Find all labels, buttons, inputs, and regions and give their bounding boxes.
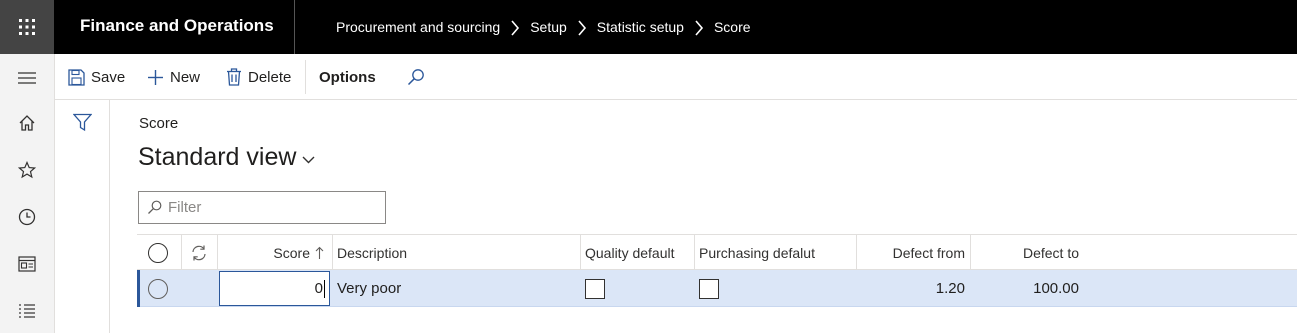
view-title: Standard view — [138, 143, 297, 171]
waffle-grid-icon[interactable] — [0, 0, 54, 54]
row-select-radio[interactable] — [148, 270, 168, 307]
star-icon[interactable] — [15, 158, 39, 182]
options-label: Options — [319, 68, 376, 86]
trash-icon — [227, 68, 241, 86]
filter-pane — [55, 100, 110, 333]
column-divider — [332, 235, 333, 271]
clock-icon[interactable] — [15, 205, 39, 229]
row-selected-marker — [137, 270, 140, 307]
app-title[interactable]: Finance and Operations — [80, 16, 274, 36]
filter-input[interactable] — [168, 199, 368, 216]
filter-field[interactable] — [138, 191, 386, 224]
list-icon[interactable] — [15, 299, 39, 323]
breadcrumb-item-score[interactable]: Score — [714, 19, 751, 35]
text-cursor — [324, 279, 325, 298]
main-content: Score Standard view Score Description Qu… — [110, 100, 1297, 333]
table-row[interactable]: 0 Very poor 1.20 100.00 — [137, 270, 1297, 307]
breadcrumb-item-setup[interactable]: Setup — [530, 19, 567, 35]
chevron-right-icon — [567, 18, 597, 36]
quality-default-checkbox[interactable] — [585, 270, 605, 307]
action-pane: Save New Delete Options — [55, 54, 1297, 100]
options-button[interactable]: Options — [319, 54, 376, 100]
column-header-description[interactable]: Description — [337, 235, 407, 271]
left-navigation — [0, 54, 55, 333]
column-divider — [181, 235, 182, 271]
breadcrumb-item-statistic-setup[interactable]: Statistic setup — [597, 19, 684, 35]
refresh-icon[interactable] — [190, 235, 208, 271]
search-button[interactable] — [407, 54, 431, 100]
column-header-defect-to[interactable]: Defect to — [971, 235, 1079, 271]
toolbar-separator — [305, 60, 306, 94]
breadcrumb-item-procurement[interactable]: Procurement and sourcing — [336, 19, 500, 35]
search-icon — [407, 69, 424, 86]
form-caption: Score — [139, 115, 179, 132]
view-selector[interactable]: Standard view — [138, 143, 315, 172]
save-button[interactable]: Save — [68, 54, 125, 100]
chevron-right-icon — [500, 18, 530, 36]
save-label: Save — [91, 68, 126, 86]
defect-to-cell[interactable]: 100.00 — [971, 270, 1079, 307]
delete-button[interactable]: Delete — [226, 54, 291, 100]
plus-icon — [148, 69, 163, 85]
score-input[interactable]: 0 — [219, 271, 330, 306]
description-cell[interactable]: Very poor — [337, 270, 401, 307]
column-header-quality-default[interactable]: Quality default — [585, 235, 675, 271]
select-all-radio[interactable] — [148, 235, 168, 271]
column-header-score-label: Score — [273, 245, 310, 261]
chevron-down-icon — [302, 156, 315, 163]
save-icon — [68, 68, 85, 86]
chevron-right-icon — [684, 18, 714, 36]
column-header-score[interactable]: Score — [218, 235, 328, 271]
purchasing-default-checkbox[interactable] — [699, 270, 719, 307]
new-label: New — [170, 68, 201, 86]
top-bar: Finance and Operations Procurement and s… — [0, 0, 1297, 54]
workspace-icon[interactable] — [15, 252, 39, 276]
search-icon — [148, 200, 162, 214]
breadcrumb: Procurement and sourcing Setup Statistic… — [336, 0, 751, 54]
sort-ascending-icon — [315, 246, 324, 259]
home-icon[interactable] — [15, 111, 39, 135]
column-divider — [580, 235, 581, 271]
hamburger-icon[interactable] — [15, 66, 39, 90]
delete-label: Delete — [248, 68, 292, 86]
defect-from-cell[interactable]: 1.20 — [857, 270, 965, 307]
grid-header: Score Description Quality default Purcha… — [137, 234, 1297, 271]
new-button[interactable]: New — [147, 54, 200, 100]
column-divider — [694, 235, 695, 271]
top-separator — [294, 0, 295, 54]
column-header-defect-from[interactable]: Defect from — [857, 235, 965, 271]
score-value: 0 — [314, 280, 323, 297]
funnel-icon[interactable] — [72, 113, 93, 137]
column-header-purchasing-default[interactable]: Purchasing defalut — [699, 235, 815, 271]
